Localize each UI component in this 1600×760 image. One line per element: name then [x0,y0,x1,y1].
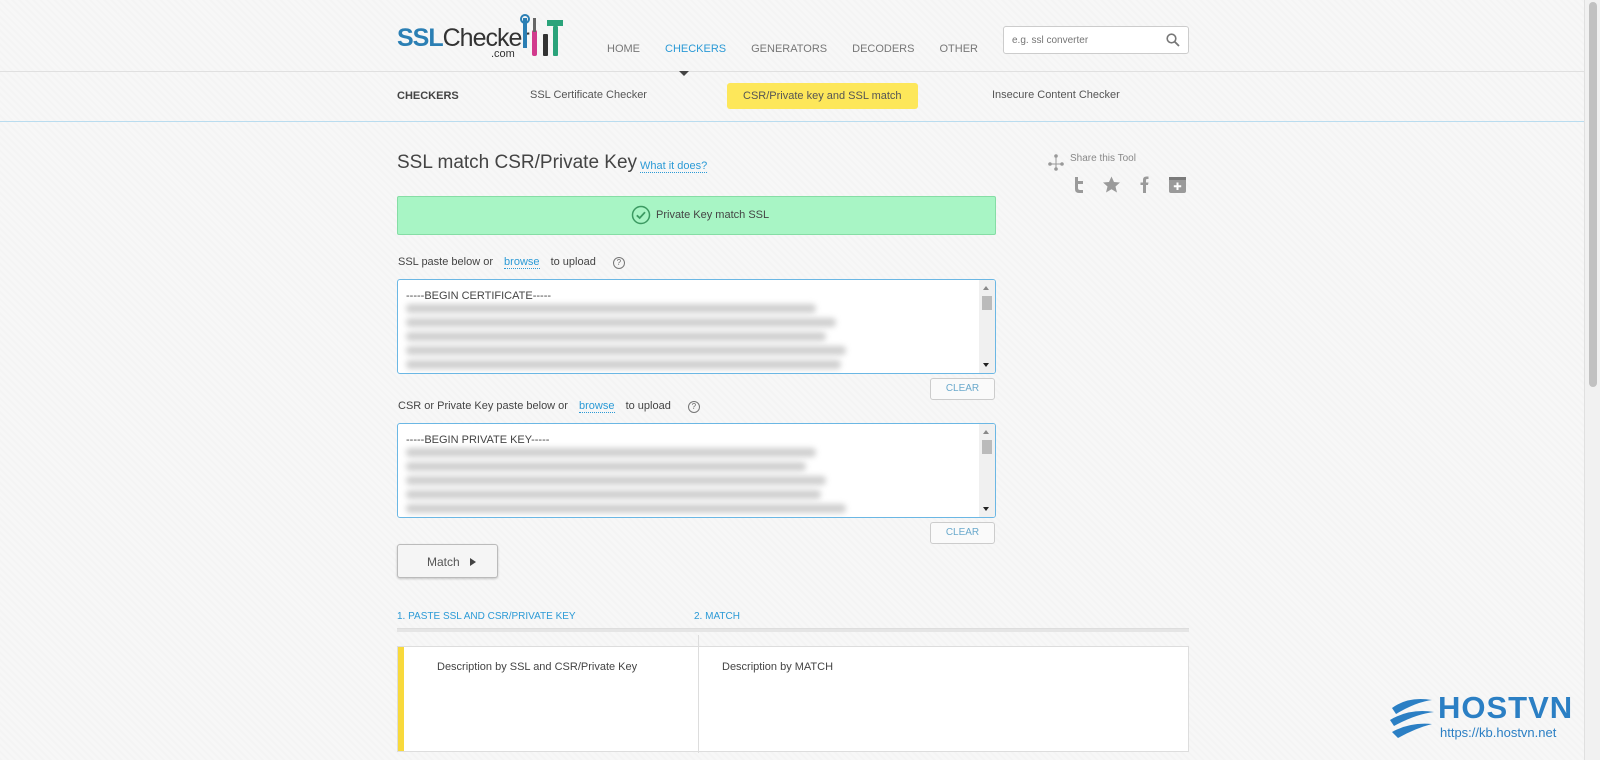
page-scrollbar[interactable] [1584,0,1600,760]
key-clear-button[interactable]: CLEAR [930,522,995,544]
hostvn-watermark: HOSTVN https://kb.hostvn.net [1388,690,1578,742]
page-scroll-thumb[interactable] [1589,2,1597,387]
key-textarea[interactable]: -----BEGIN PRIVATE KEY----- [397,423,996,518]
description-accent [398,647,404,751]
logo-com-text: .com [491,48,515,60]
sslchecker-logo[interactable]: SSLChecker .com [397,14,569,60]
watermark-brand: HOSTVN [1438,690,1574,725]
subnav-title: CHECKERS [397,90,459,102]
facebook-icon[interactable] [1135,175,1154,194]
scroll-thumb[interactable] [982,440,992,454]
key-field-label: CSR or Private Key paste below or browse… [398,400,700,413]
match-button[interactable]: Match [397,544,498,578]
search-box [1003,26,1189,54]
subnav-insecure-content-checker[interactable]: Insecure Content Checker [992,89,1120,101]
ssl-help-icon[interactable]: ? [612,257,625,269]
description-step-2: Description by MATCH [722,661,834,673]
scroll-thumb[interactable] [982,296,992,310]
logo-ssl-text: SSL [397,24,444,52]
main-nav: HOME CHECKERS GENERATORS DECODERS OTHER [607,43,1003,55]
subnav-ssl-certificate-checker[interactable]: SSL Certificate Checker [530,89,647,101]
ssl-clear-button[interactable]: CLEAR [930,378,995,400]
scroll-up-icon[interactable] [983,286,989,290]
nav-generators[interactable]: GENERATORS [751,43,827,55]
steps-bar [397,628,1189,632]
success-message: Private Key match SSL [656,209,770,221]
hostvn-logo-icon [1390,699,1434,738]
star-icon[interactable] [1102,175,1121,194]
description-divider [698,635,699,753]
ssl-textarea-first-line: -----BEGIN CERTIFICATE----- [406,290,552,302]
ssl-field-label: SSL paste below or browse to upload ? [398,256,625,269]
key-blurred-content [406,448,846,517]
tools-icon [520,14,563,56]
sub-nav: CHECKERS SSL Certificate Checker CSR/Pri… [0,72,1584,122]
ssl-label-after: to upload [550,256,596,268]
ssl-textarea[interactable]: -----BEGIN CERTIFICATE----- [397,279,996,374]
key-browse-link[interactable]: browse [579,400,615,413]
match-button-label: Match [427,555,460,569]
key-textarea-scrollbar[interactable] [979,424,995,517]
play-arrow-icon [470,558,476,566]
share-label: Share this Tool [1070,153,1136,164]
share-icons [1069,175,1187,194]
ssl-label-before: SSL paste below or [398,256,493,268]
nav-home[interactable]: HOME [607,43,640,55]
success-banner: Private Key match SSL [397,196,996,235]
key-label-before: CSR or Private Key paste below or [398,400,568,412]
twitter-icon[interactable] [1069,175,1088,194]
nav-decoders[interactable]: DECODERS [852,43,914,55]
logo-checker-text: Checker [442,24,530,52]
bookmark-plus-icon[interactable] [1168,175,1187,194]
search-input[interactable] [1012,32,1162,48]
nav-other[interactable]: OTHER [939,43,978,55]
description-step-1: Description by SSL and CSR/Private Key [437,661,638,673]
scroll-down-icon[interactable] [983,363,989,367]
key-label-after: to upload [625,400,671,412]
step-2-label: 2. MATCH [694,611,740,622]
what-it-does-link[interactable]: What it does? [640,160,708,173]
nav-checkers[interactable]: CHECKERS [665,43,726,55]
ssl-blurred-content [406,304,846,373]
key-help-icon[interactable]: ? [687,401,700,413]
key-textarea-first-line: -----BEGIN PRIVATE KEY----- [406,434,550,446]
description-panel: Description by SSL and CSR/Private Key D… [397,635,1189,753]
page-title: SSL match CSR/Private Key [397,152,638,173]
step-1-label: 1. PASTE SSL AND CSR/PRIVATE KEY [397,611,576,622]
scroll-down-icon[interactable] [983,507,989,511]
check-circle-icon [631,205,651,225]
share-icon [1048,154,1064,171]
ssl-textarea-scrollbar[interactable] [979,280,995,373]
subnav-csr-key-ssl-match[interactable]: CSR/Private key and SSL match [727,83,918,109]
site-header: SSLChecker .com HOME CHECKERS GENERATORS… [0,0,1584,72]
search-icon[interactable] [1166,33,1180,47]
ssl-browse-link[interactable]: browse [504,256,540,269]
scroll-up-icon[interactable] [983,430,989,434]
watermark-url: https://kb.hostvn.net [1440,725,1557,740]
